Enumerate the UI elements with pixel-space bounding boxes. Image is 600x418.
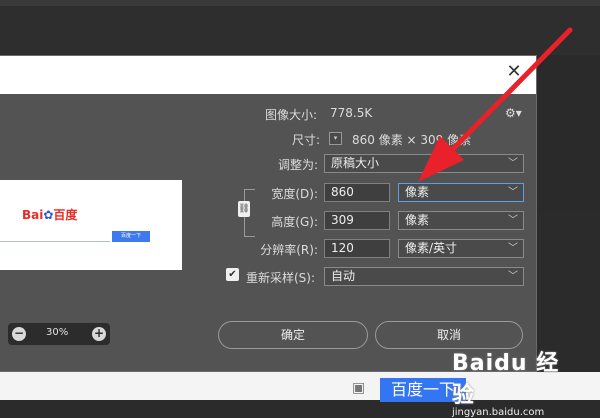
preview-search-box	[0, 232, 110, 242]
top-background	[0, 0, 600, 55]
right-background	[535, 55, 600, 210]
gear-icon[interactable]: ⚙▾	[505, 106, 522, 120]
height-unit-select[interactable]: 像素 ﹀	[398, 211, 524, 230]
ok-button[interactable]: 确定	[218, 321, 368, 349]
height-input[interactable]: 309	[324, 211, 390, 230]
watermark-main: Baidu 经验	[452, 351, 560, 408]
resample-select[interactable]: 自动 ﹀	[324, 267, 524, 286]
width-label: 宽度(D):	[271, 187, 318, 201]
resolution-unit-select[interactable]: 像素/英寸 ﹀	[398, 239, 524, 258]
zoom-level: 30%	[46, 327, 69, 338]
resolution-label: 分辨率(R):	[260, 243, 318, 257]
chevron-down-icon: ﹀	[508, 243, 518, 254]
dimensions-label: 尺寸:	[291, 133, 320, 147]
close-icon[interactable]: ✕	[504, 62, 524, 82]
chevron-down-icon: ﹀	[508, 271, 518, 282]
image-size-label: 图像大小:	[265, 108, 318, 122]
resolution-input[interactable]: 120	[324, 239, 390, 258]
image-size-dialog: ✕ Bai✿百度 百度一下 − 30% + 图像大小: 778.5K ⚙▾ 尺寸…	[0, 55, 537, 372]
width-input[interactable]: 860	[324, 183, 390, 202]
chevron-down-icon: ﹀	[508, 187, 518, 198]
link-icon[interactable]: ⛓	[238, 201, 250, 217]
height-label: 高度(G):	[271, 215, 318, 229]
preview-image	[0, 180, 182, 270]
watermark: Baidu 经验 jingyan.baidu.com	[452, 345, 582, 418]
zoom-out-icon[interactable]: −	[12, 327, 26, 341]
fit-to-select[interactable]: 原稿大小 ﹀	[324, 154, 524, 173]
chevron-down-icon: ﹀	[508, 215, 518, 226]
image-size-value: 778.5K	[330, 106, 373, 120]
camera-icon[interactable]: ▣	[352, 381, 372, 395]
zoom-in-icon[interactable]: +	[92, 327, 106, 341]
preview-search-button: 百度一下	[112, 231, 150, 242]
dimensions-value: 860 像素 × 309 像素	[352, 133, 472, 147]
watermark-sub: jingyan.baidu.com	[452, 407, 545, 418]
fit-to-label: 调整为:	[277, 158, 318, 172]
chevron-down-icon: ﹀	[508, 158, 518, 169]
resample-label: 重新采样(S):	[246, 271, 316, 285]
width-unit-select[interactable]: 像素 ﹀	[398, 183, 524, 202]
zoom-control: − 30% +	[8, 323, 110, 345]
resample-checkbox[interactable]: ✔	[226, 268, 239, 281]
dimensions-dropdown-icon[interactable]: ▾	[329, 132, 342, 145]
dialog-titlebar: ✕	[0, 56, 536, 94]
baidu-logo: Bai✿百度	[22, 208, 78, 222]
